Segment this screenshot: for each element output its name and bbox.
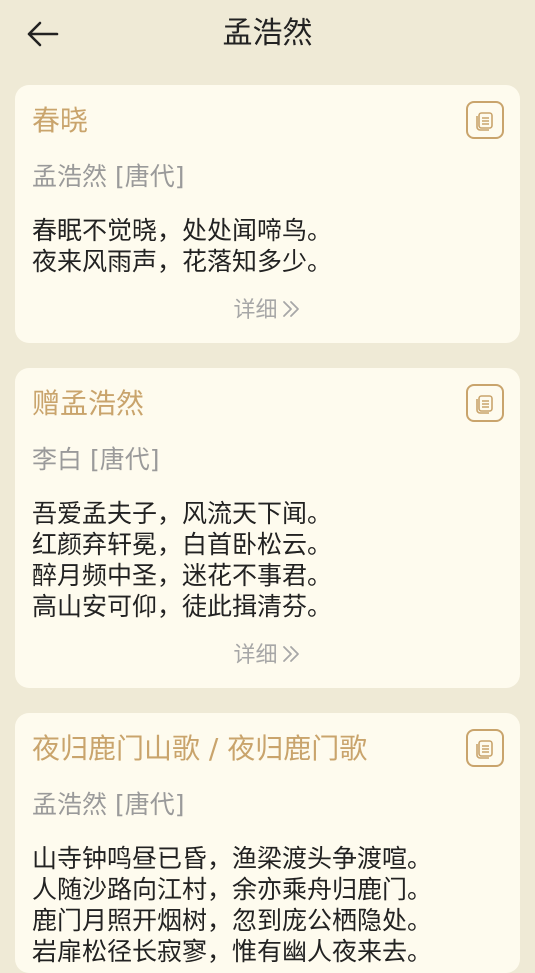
poem-line: 夜来风雨声，花落知多少。: [32, 247, 333, 276]
copy-button[interactable]: [466, 384, 504, 422]
double-chevron-right-icon: [282, 646, 299, 662]
detail-link[interactable]: 详细: [15, 641, 520, 671]
detail-label: 详细: [233, 643, 278, 668]
copy-icon: [476, 112, 493, 131]
poem-card: 春晓 孟浩然 [唐代] 春眠不觉晓，处处闻啼鸟。 夜来风雨声，花落知多少。 详细: [15, 85, 520, 343]
detail-label: 详细: [233, 298, 278, 323]
poem-author[interactable]: 孟浩然 [唐代]: [32, 161, 184, 193]
poem-line: 高山安可仰，徒此揖清芬。: [32, 592, 333, 621]
poem-line: 醉月频中圣，迷花不事君。: [32, 561, 333, 590]
poem-line: 吾爱孟夫子，风流天下闻。: [32, 499, 333, 528]
poem-line: 山寺钟鸣昼已昏，渔梁渡头争渡喧。: [32, 844, 433, 873]
poem-line: 春眠不觉晓，处处闻啼鸟。: [32, 216, 333, 245]
poem-title[interactable]: 夜归鹿门山歌 / 夜归鹿门歌: [32, 731, 367, 767]
app-header: 孟浩然: [0, 0, 535, 70]
poem-card: 赠孟浩然 李白 [唐代] 吾爱孟夫子，风流天下闻。 红颜弃轩冕，白首卧松云。 醉…: [15, 368, 520, 688]
poem-title[interactable]: 赠孟浩然: [32, 386, 144, 422]
page-title: 孟浩然: [222, 16, 313, 51]
poem-content: 春眠不觉晓，处处闻啼鸟。 夜来风雨声，花落知多少。: [32, 215, 332, 277]
poem-author[interactable]: 孟浩然 [唐代]: [32, 789, 184, 821]
poem-content: 吾爱孟夫子，风流天下闻。 红颜弃轩冕，白首卧松云。 醉月频中圣，迷花不事君。 高…: [32, 498, 332, 622]
copy-button[interactable]: [466, 101, 504, 139]
poem-line: 红颜弃轩冕，白首卧松云。: [32, 530, 333, 559]
copy-icon: [476, 395, 493, 414]
poem-line: 岩扉松径长寂寥，惟有幽人夜来去。: [32, 937, 433, 966]
copy-button[interactable]: [466, 729, 504, 767]
poem-line: 鹿门月照开烟树，忽到庞公栖隐处。: [32, 906, 433, 935]
detail-link[interactable]: 详细: [15, 296, 520, 326]
poem-card: 夜归鹿门山歌 / 夜归鹿门歌 孟浩然 [唐代] 山寺钟鸣昼已昏，渔梁渡头争渡喧。…: [15, 713, 520, 973]
copy-icon: [476, 740, 493, 759]
poem-author[interactable]: 李白 [唐代]: [32, 444, 159, 476]
poem-title[interactable]: 春晓: [32, 103, 88, 139]
double-chevron-right-icon: [282, 301, 299, 317]
poem-content: 山寺钟鸣昼已昏，渔梁渡头争渡喧。 人随沙路向江村，余亦乘舟归鹿门。 鹿门月照开烟…: [32, 843, 432, 967]
poem-line: 人随沙路向江村，余亦乘舟归鹿门。: [32, 875, 433, 904]
